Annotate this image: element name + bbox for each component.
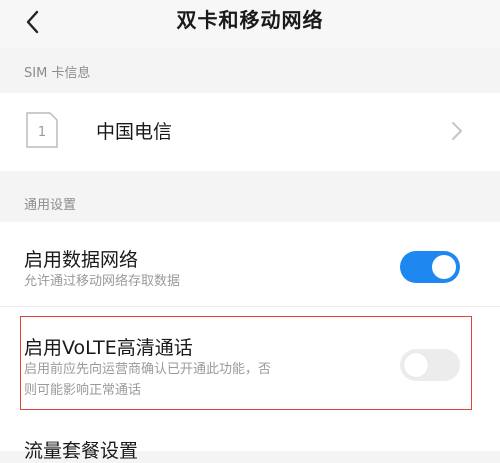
mobile-data-subtitle: 允许通过移动网络存取数据	[24, 274, 181, 289]
general-section-label: 通用设置	[24, 198, 77, 213]
mobile-data-title: 启用数据网络	[24, 249, 139, 271]
volte-title: 启用VoLTE高清通话	[24, 337, 193, 359]
sim-card-icon: 1	[24, 110, 60, 150]
sim-slot-number: 1	[38, 125, 46, 140]
toggle-knob	[432, 255, 456, 279]
mobile-data-toggle[interactable]	[400, 251, 460, 283]
chevron-right-icon	[450, 120, 464, 142]
volte-toggle[interactable]	[400, 349, 460, 381]
top-bar: 双卡和移动网络	[0, 0, 500, 48]
divider	[0, 306, 500, 307]
sim-section-label: SIM 卡信息	[24, 66, 91, 81]
toggle-knob	[404, 353, 428, 377]
page-title: 双卡和移动网络	[176, 8, 324, 32]
data-plan-title[interactable]: 流量套餐设置	[24, 436, 138, 463]
volte-subtitle-line2: 则可能影响正常通话	[24, 383, 142, 398]
carrier-name: 中国电信	[96, 121, 173, 143]
volte-subtitle-line1: 启用前应先向运营商确认已开通此功能，否	[24, 362, 272, 377]
sim-card-row[interactable]	[0, 93, 500, 171]
